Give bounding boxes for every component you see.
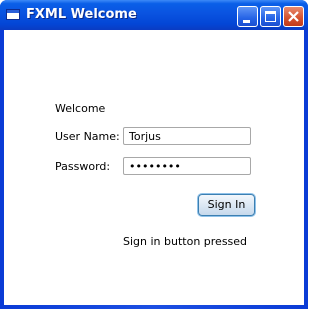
- username-label: User Name:: [55, 130, 120, 143]
- password-field[interactable]: ••••••••: [123, 157, 251, 175]
- window-icon[interactable]: [6, 9, 20, 20]
- app-window: FXML Welcome Welcome User Name: Torjus P…: [0, 0, 308, 309]
- close-button[interactable]: [283, 6, 304, 27]
- minimize-icon: [243, 20, 250, 23]
- form-pane: Welcome User Name: Torjus Password: ••••…: [4, 30, 304, 305]
- status-message: Sign in button pressed: [123, 235, 248, 248]
- username-field[interactable]: Torjus: [123, 127, 251, 145]
- close-icon: [288, 11, 299, 22]
- sign-in-button[interactable]: Sign In: [198, 194, 255, 216]
- minimize-button[interactable]: [237, 6, 258, 27]
- password-label: Password:: [55, 160, 111, 173]
- title-bar[interactable]: FXML Welcome: [0, 0, 308, 30]
- maximize-icon: [265, 11, 276, 22]
- maximize-button[interactable]: [260, 6, 281, 27]
- window-title: FXML Welcome: [26, 7, 137, 22]
- welcome-heading: Welcome: [55, 102, 106, 115]
